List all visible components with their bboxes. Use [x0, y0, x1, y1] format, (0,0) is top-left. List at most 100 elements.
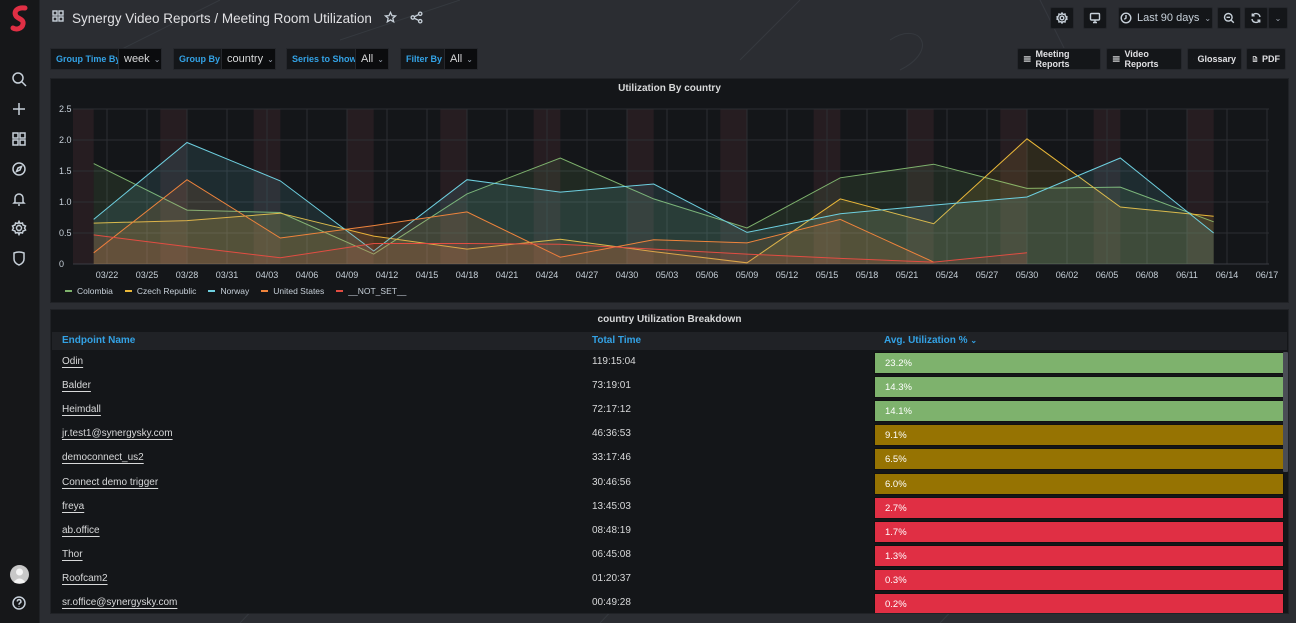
utilization-value: 1.3%: [885, 550, 907, 562]
glossary-link[interactable]: Glossary: [1187, 48, 1242, 70]
table-header: Endpoint Name Total Time Avg. Utilizatio…: [52, 332, 1287, 350]
table-row: democonnect_us2 33:17:46 6.5%: [51, 447, 1288, 471]
plus-icon[interactable]: [8, 98, 30, 120]
table-row: Heimdall 72:17:12 14.1%: [51, 399, 1288, 423]
x-tick-label: 04/15: [416, 270, 439, 280]
utilization-cell: 1.7%: [874, 520, 1284, 543]
endpoint-name-link[interactable]: Connect demo trigger: [62, 477, 158, 488]
video-reports-link[interactable]: Video Reports: [1106, 48, 1182, 70]
legend-label: United States: [273, 286, 325, 296]
x-tick-label: 03/22: [96, 270, 119, 280]
utilization-value: 23.2%: [885, 358, 912, 369]
x-tick-label: 04/12: [376, 270, 399, 280]
chart-legend: Colombia Czech Republic Norway United State…: [65, 286, 406, 296]
endpoint-name-link[interactable]: ab.office: [62, 525, 100, 536]
time-range-label: Last 90 days: [1136, 12, 1200, 24]
tv-mode-button[interactable]: [1083, 7, 1107, 29]
utilization-value: 6.0%: [885, 478, 907, 490]
x-tick-label: 05/03: [656, 270, 679, 280]
series-to-show-select[interactable]: All ⌄: [355, 48, 389, 70]
variable-label-group-by: Group By: [173, 48, 227, 70]
variable-label-group-time-by: Group Time By: [50, 48, 127, 70]
x-tick-label: 06/17: [1256, 270, 1279, 280]
legend-label: Norway: [220, 286, 250, 296]
meeting-reports-label: Meeting Reports: [1035, 49, 1070, 69]
time-range-picker[interactable]: Last 90 days ⌄: [1118, 7, 1213, 29]
zoom-out-button[interactable]: [1217, 7, 1241, 29]
refresh-button[interactable]: [1244, 7, 1268, 29]
gear-icon[interactable]: [8, 217, 30, 239]
endpoint-name-link[interactable]: Heimdall: [62, 404, 101, 415]
endpoint-name-link[interactable]: sr.office@synergysky.com: [62, 597, 177, 608]
avatar[interactable]: [10, 565, 29, 584]
menu-icon: [1023, 56, 1031, 62]
star-icon[interactable]: [383, 10, 398, 25]
total-time: 13:45:03: [592, 500, 631, 512]
page-title[interactable]: Synergy Video Reports / Meeting Room Uti…: [72, 11, 372, 26]
utilization-value: 14.1%: [885, 406, 912, 418]
dashboard-settings-button[interactable]: [1050, 7, 1074, 29]
utilization-cell: 23.2%: [874, 352, 1284, 374]
x-tick-label: 04/30: [616, 270, 639, 280]
chevron-down-icon: ⌄: [1274, 13, 1282, 23]
legend-swatch: [261, 290, 269, 292]
table-row: sr.office@synergysky.com 00:49:28 0.2%: [51, 592, 1288, 613]
x-tick-label: 04/27: [576, 270, 599, 280]
meeting-reports-link[interactable]: Meeting Reports: [1017, 48, 1101, 70]
endpoint-name-link[interactable]: Balder: [62, 380, 91, 391]
endpoint-name-link[interactable]: Thor: [62, 549, 83, 560]
x-tick-label: 05/15: [816, 270, 839, 280]
group-by-select[interactable]: country ⌄: [221, 48, 276, 70]
table-scrollbar[interactable]: [1283, 352, 1288, 472]
group-time-by-select[interactable]: week ⌄: [118, 48, 162, 70]
table-title[interactable]: country Utilization Breakdown: [51, 314, 1288, 325]
legend-item[interactable]: Colombia: [65, 286, 113, 296]
utilization-cell: 0.2%: [874, 593, 1284, 613]
endpoint-name-link[interactable]: jr.test1@synergysky.com: [62, 428, 173, 439]
chevron-down-icon: ⌄: [1204, 13, 1212, 23]
total-time: 01:20:37: [592, 572, 631, 584]
x-tick-label: 06/05: [1096, 270, 1119, 280]
dashboards-icon[interactable]: [8, 128, 30, 150]
column-header-avg-utilization[interactable]: Avg. Utilization % ⌄: [884, 335, 977, 346]
legend-label: Colombia: [77, 286, 113, 296]
search-icon[interactable]: [8, 68, 30, 90]
endpoint-name-link[interactable]: Odin: [62, 356, 83, 367]
legend-item[interactable]: __NOT_SET__: [336, 286, 406, 296]
legend-item[interactable]: Norway: [208, 286, 249, 296]
avg-utilization-label: Avg. Utilization %: [884, 335, 968, 346]
column-header-endpoint-name[interactable]: Endpoint Name: [62, 335, 135, 346]
endpoint-name-link[interactable]: freya: [62, 501, 84, 512]
pdf-link[interactable]: PDF: [1246, 48, 1286, 70]
share-icon[interactable]: [410, 11, 424, 25]
bell-icon[interactable]: [8, 188, 30, 210]
legend-item[interactable]: Czech Republic: [124, 286, 196, 296]
legend-item[interactable]: United States: [261, 286, 324, 296]
pdf-label: PDF: [1262, 54, 1280, 64]
x-tick-label: 05/21: [896, 270, 919, 280]
y-tick-label: 2.5: [59, 104, 72, 114]
utilization-value: 0.3%: [885, 574, 907, 586]
endpoint-name-link[interactable]: Roofcam2: [62, 573, 108, 584]
shield-icon[interactable]: [8, 247, 30, 269]
column-header-total-time[interactable]: Total Time: [592, 335, 641, 346]
total-time: 46:36:53: [592, 428, 631, 440]
utilization-cell: 0.3%: [874, 568, 1284, 591]
utilization-value: 0.2%: [885, 599, 907, 610]
synergy-logo[interactable]: [8, 4, 32, 34]
x-tick-label: 05/30: [1016, 270, 1039, 280]
refresh-icon: [1251, 12, 1261, 24]
y-tick-label: 2.0: [59, 135, 72, 145]
sidebar: [0, 0, 40, 623]
utilization-cell: 14.3%: [874, 376, 1284, 399]
filter-by-select[interactable]: All ⌄: [444, 48, 478, 70]
filter-by-value: All: [450, 53, 463, 65]
video-reports-label: Video Reports: [1124, 49, 1159, 69]
refresh-interval-dropdown[interactable]: ⌄: [1268, 7, 1288, 29]
help-icon[interactable]: [8, 592, 30, 614]
legend-swatch: [336, 290, 344, 292]
compass-icon[interactable]: [8, 158, 30, 180]
x-tick-label: 05/12: [776, 270, 799, 280]
utilization-value: 9.1%: [885, 430, 907, 442]
endpoint-name-link[interactable]: democonnect_us2: [62, 452, 144, 463]
